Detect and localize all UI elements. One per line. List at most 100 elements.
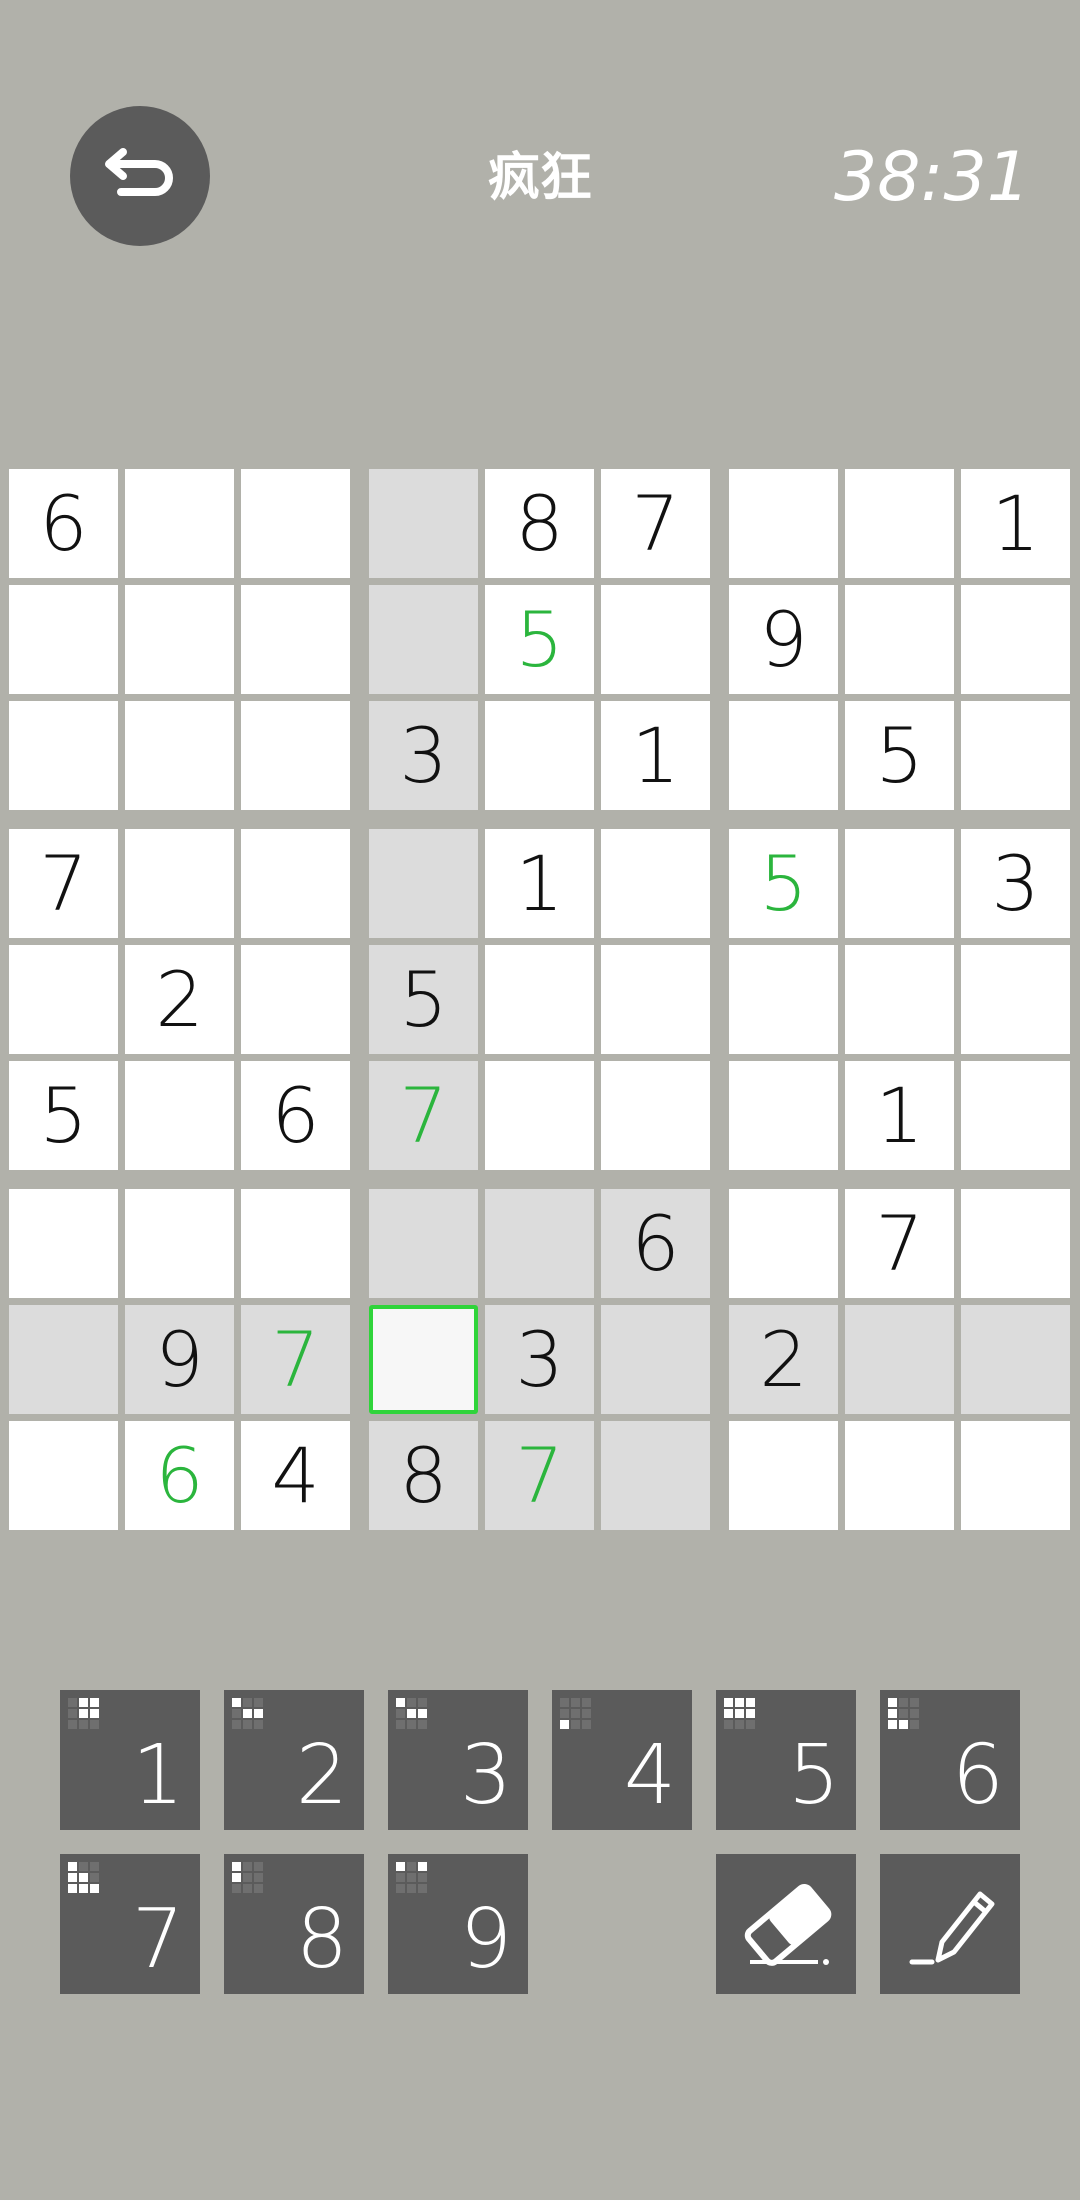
- cell-r9-c3[interactable]: 4: [241, 1421, 350, 1530]
- digit-key-3[interactable]: 3: [388, 1690, 528, 1830]
- digit-key-6[interactable]: 6: [880, 1690, 1020, 1830]
- cell-r2-c7[interactable]: 9: [729, 585, 838, 694]
- cell-r4-c5[interactable]: 1: [485, 829, 594, 938]
- cell-r1-c8[interactable]: [845, 469, 954, 578]
- cell-r3-c2[interactable]: [125, 701, 234, 810]
- cell-r6-c7[interactable]: [729, 1061, 838, 1170]
- cell-r8-c8[interactable]: [845, 1305, 954, 1414]
- cell-r1-c6[interactable]: 7: [601, 469, 710, 578]
- pencil-notes-button[interactable]: [880, 1854, 1020, 1994]
- cell-r3-c5[interactable]: [485, 701, 594, 810]
- cell-r8-c1[interactable]: [9, 1305, 118, 1414]
- digit-key-8[interactable]: 8: [224, 1854, 364, 1994]
- cell-r9-c6[interactable]: [601, 1421, 710, 1530]
- cell-r1-c1[interactable]: 6: [9, 469, 118, 578]
- cell-r5-c3[interactable]: [241, 945, 350, 1054]
- cell-r4-c6[interactable]: [601, 829, 710, 938]
- cell-r3-c6[interactable]: 1: [601, 701, 710, 810]
- cell-r2-c1[interactable]: [9, 585, 118, 694]
- cell-r6-c5[interactable]: [485, 1061, 594, 1170]
- cell-r3-c3[interactable]: [241, 701, 350, 810]
- cell-r8-c9[interactable]: [961, 1305, 1070, 1414]
- cell-r2-c5[interactable]: 5: [485, 585, 594, 694]
- digit-key-9[interactable]: 9: [388, 1854, 528, 1994]
- cell-r1-c7[interactable]: [729, 469, 838, 578]
- remaining-count-indicator: [232, 1698, 263, 1729]
- cell-r2-c8[interactable]: [845, 585, 954, 694]
- eraser-button[interactable]: [716, 1854, 856, 1994]
- cell-r2-c3[interactable]: [241, 585, 350, 694]
- cell-r8-c5[interactable]: 3: [485, 1305, 594, 1414]
- cell-r4-c4[interactable]: [369, 829, 478, 938]
- cell-r8-c6[interactable]: [601, 1305, 710, 1414]
- cell-r5-c2[interactable]: 2: [125, 945, 234, 1054]
- digit-key-4[interactable]: 4: [552, 1690, 692, 1830]
- cell-r9-c4[interactable]: 8: [369, 1421, 478, 1530]
- cell-r2-c4[interactable]: [369, 585, 478, 694]
- cell-r4-c1[interactable]: 7: [9, 829, 118, 938]
- digit-key-5[interactable]: 5: [716, 1690, 856, 1830]
- cell-r7-c7[interactable]: [729, 1189, 838, 1298]
- cell-r7-c8[interactable]: 7: [845, 1189, 954, 1298]
- cell-r2-c9[interactable]: [961, 585, 1070, 694]
- cell-r3-c8[interactable]: 5: [845, 701, 954, 810]
- cell-r8-c4[interactable]: [369, 1305, 478, 1414]
- remaining-count-indicator: [560, 1698, 591, 1729]
- cell-r2-c2[interactable]: [125, 585, 234, 694]
- digit-key-label: 3: [459, 1728, 512, 1823]
- cell-r9-c7[interactable]: [729, 1421, 838, 1530]
- cell-r5-c5[interactable]: [485, 945, 594, 1054]
- cell-r3-c9[interactable]: [961, 701, 1070, 810]
- remaining-count-indicator: [68, 1862, 99, 1893]
- cell-r7-c6[interactable]: 6: [601, 1189, 710, 1298]
- digit-key-2[interactable]: 2: [224, 1690, 364, 1830]
- cell-r6-c3[interactable]: 6: [241, 1061, 350, 1170]
- digit-key-label: 4: [623, 1728, 676, 1823]
- cell-r8-c3[interactable]: 7: [241, 1305, 350, 1414]
- cell-r9-c2[interactable]: 6: [125, 1421, 234, 1530]
- cell-r6-c6[interactable]: [601, 1061, 710, 1170]
- cell-r5-c7[interactable]: [729, 945, 838, 1054]
- cell-r6-c8[interactable]: 1: [845, 1061, 954, 1170]
- cell-r7-c5[interactable]: [485, 1189, 594, 1298]
- cell-r4-c7[interactable]: 5: [729, 829, 838, 938]
- cell-r9-c8[interactable]: [845, 1421, 954, 1530]
- digit-key-label: 6: [951, 1728, 1004, 1823]
- cell-r1-c5[interactable]: 8: [485, 469, 594, 578]
- cell-r6-c9[interactable]: [961, 1061, 1070, 1170]
- digit-key-label: 7: [131, 1892, 184, 1987]
- cell-r6-c2[interactable]: [125, 1061, 234, 1170]
- cell-r3-c7[interactable]: [729, 701, 838, 810]
- cell-r8-c7[interactable]: 2: [729, 1305, 838, 1414]
- cell-r7-c9[interactable]: [961, 1189, 1070, 1298]
- cell-r5-c6[interactable]: [601, 945, 710, 1054]
- cell-r5-c9[interactable]: [961, 945, 1070, 1054]
- cell-r7-c2[interactable]: [125, 1189, 234, 1298]
- cell-r7-c3[interactable]: [241, 1189, 350, 1298]
- cell-r4-c9[interactable]: 3: [961, 829, 1070, 938]
- cell-r3-c1[interactable]: [9, 701, 118, 810]
- cell-r6-c1[interactable]: 5: [9, 1061, 118, 1170]
- cell-r9-c1[interactable]: [9, 1421, 118, 1530]
- cell-r4-c3[interactable]: [241, 829, 350, 938]
- cell-r7-c1[interactable]: [9, 1189, 118, 1298]
- cell-r1-c3[interactable]: [241, 469, 350, 578]
- cell-r5-c1[interactable]: [9, 945, 118, 1054]
- digit-key-1[interactable]: 1: [60, 1690, 200, 1830]
- cell-r4-c8[interactable]: [845, 829, 954, 938]
- cell-r1-c4[interactable]: [369, 469, 478, 578]
- cell-r4-c2[interactable]: [125, 829, 234, 938]
- cell-r5-c8[interactable]: [845, 945, 954, 1054]
- digit-key-label: 2: [295, 1728, 348, 1823]
- cell-r9-c5[interactable]: 7: [485, 1421, 594, 1530]
- cell-r7-c4[interactable]: [369, 1189, 478, 1298]
- cell-r1-c9[interactable]: 1: [961, 469, 1070, 578]
- cell-r5-c4[interactable]: 5: [369, 945, 478, 1054]
- cell-r2-c6[interactable]: [601, 585, 710, 694]
- cell-r1-c2[interactable]: [125, 469, 234, 578]
- cell-r3-c4[interactable]: 3: [369, 701, 478, 810]
- digit-key-7[interactable]: 7: [60, 1854, 200, 1994]
- cell-r8-c2[interactable]: 9: [125, 1305, 234, 1414]
- cell-r9-c9[interactable]: [961, 1421, 1070, 1530]
- cell-r6-c4[interactable]: 7: [369, 1061, 478, 1170]
